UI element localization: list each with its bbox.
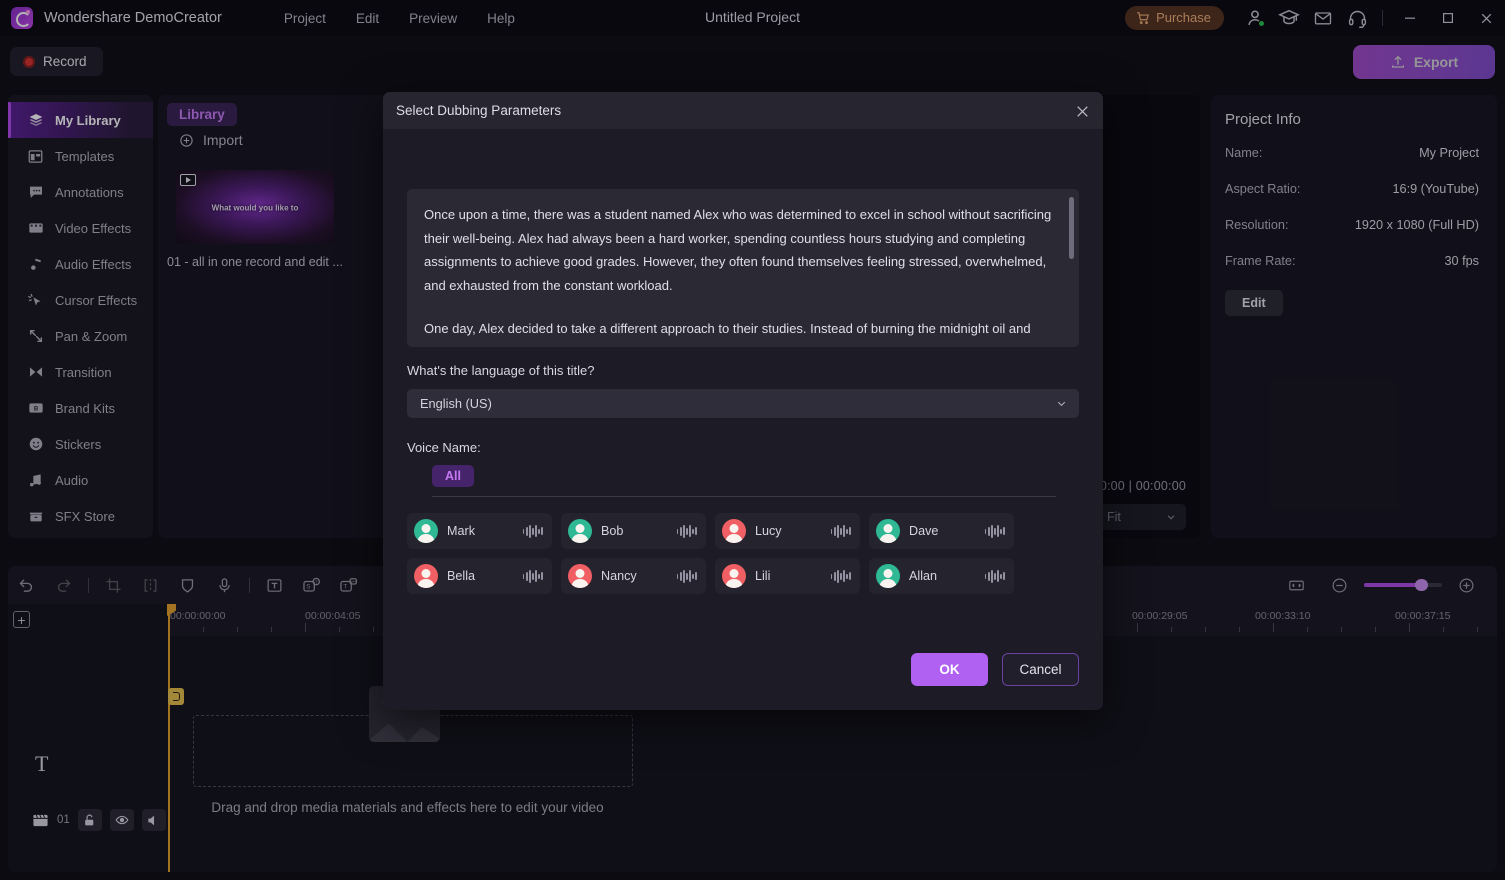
avatar bbox=[568, 564, 592, 588]
avatar bbox=[876, 564, 900, 588]
voice-name: Lucy bbox=[755, 524, 782, 538]
waveform-preview-icon[interactable] bbox=[676, 569, 697, 583]
close-icon[interactable] bbox=[1071, 100, 1093, 122]
voice-filter-all[interactable]: All bbox=[432, 465, 474, 487]
voice-name: Nancy bbox=[601, 569, 637, 583]
voice-card-nancy[interactable]: Nancy bbox=[561, 558, 706, 594]
script-scrollbar[interactable] bbox=[1069, 197, 1074, 339]
voice-grid: Mark Bob Lucy Dave Bella Nancy Lili Alla… bbox=[407, 513, 1079, 594]
avatar bbox=[568, 519, 592, 543]
language-value: English (US) bbox=[420, 396, 492, 411]
voice-name: Bob bbox=[601, 524, 624, 538]
language-question-label: What's the language of this title? bbox=[407, 363, 595, 378]
voice-name-label: Voice Name: bbox=[407, 440, 481, 455]
voice-name: Dave bbox=[909, 524, 939, 538]
avatar bbox=[722, 519, 746, 543]
dialog-header: Select Dubbing Parameters bbox=[383, 92, 1103, 129]
dialog-body: Once upon a time, there was a student na… bbox=[383, 189, 1103, 594]
waveform-preview-icon[interactable] bbox=[984, 569, 1005, 583]
avatar bbox=[414, 519, 438, 543]
scrollbar-thumb[interactable] bbox=[1069, 197, 1074, 259]
language-dropdown[interactable]: English (US) bbox=[407, 389, 1079, 418]
voice-card-lucy[interactable]: Lucy bbox=[715, 513, 860, 549]
app-window: Wondershare DemoCreator Project Edit Pre… bbox=[0, 0, 1505, 880]
cancel-button[interactable]: Cancel bbox=[1002, 653, 1079, 686]
waveform-preview-icon[interactable] bbox=[522, 569, 543, 583]
chevron-down-icon bbox=[1057, 401, 1066, 407]
voice-card-allan[interactable]: Allan bbox=[869, 558, 1014, 594]
voice-name: Lili bbox=[755, 569, 771, 583]
dialog-title: Select Dubbing Parameters bbox=[396, 103, 562, 118]
waveform-preview-icon[interactable] bbox=[676, 524, 697, 538]
voice-card-bella[interactable]: Bella bbox=[407, 558, 552, 594]
script-textarea[interactable]: Once upon a time, there was a student na… bbox=[407, 189, 1079, 347]
avatar bbox=[722, 564, 746, 588]
waveform-preview-icon[interactable] bbox=[830, 524, 851, 538]
voice-name: Allan bbox=[909, 569, 938, 583]
dubbing-parameters-dialog: Select Dubbing Parameters Once upon a ti… bbox=[383, 92, 1103, 710]
waveform-preview-icon[interactable] bbox=[984, 524, 1005, 538]
voice-card-dave[interactable]: Dave bbox=[869, 513, 1014, 549]
filter-divider bbox=[432, 496, 1056, 497]
dialog-actions: OK Cancel bbox=[911, 653, 1079, 686]
voice-card-bob[interactable]: Bob bbox=[561, 513, 706, 549]
avatar bbox=[414, 564, 438, 588]
voice-name: Bella bbox=[447, 569, 476, 583]
script-paragraph: Once upon a time, there was a student na… bbox=[424, 207, 1052, 293]
ok-button[interactable]: OK bbox=[911, 653, 988, 686]
voice-card-lili[interactable]: Lili bbox=[715, 558, 860, 594]
avatar bbox=[876, 519, 900, 543]
waveform-preview-icon[interactable] bbox=[522, 524, 543, 538]
script-paragraph: One day, Alex decided to take a differen… bbox=[424, 321, 1043, 347]
voice-name: Mark bbox=[447, 524, 475, 538]
voice-card-mark[interactable]: Mark bbox=[407, 513, 552, 549]
waveform-preview-icon[interactable] bbox=[830, 569, 851, 583]
